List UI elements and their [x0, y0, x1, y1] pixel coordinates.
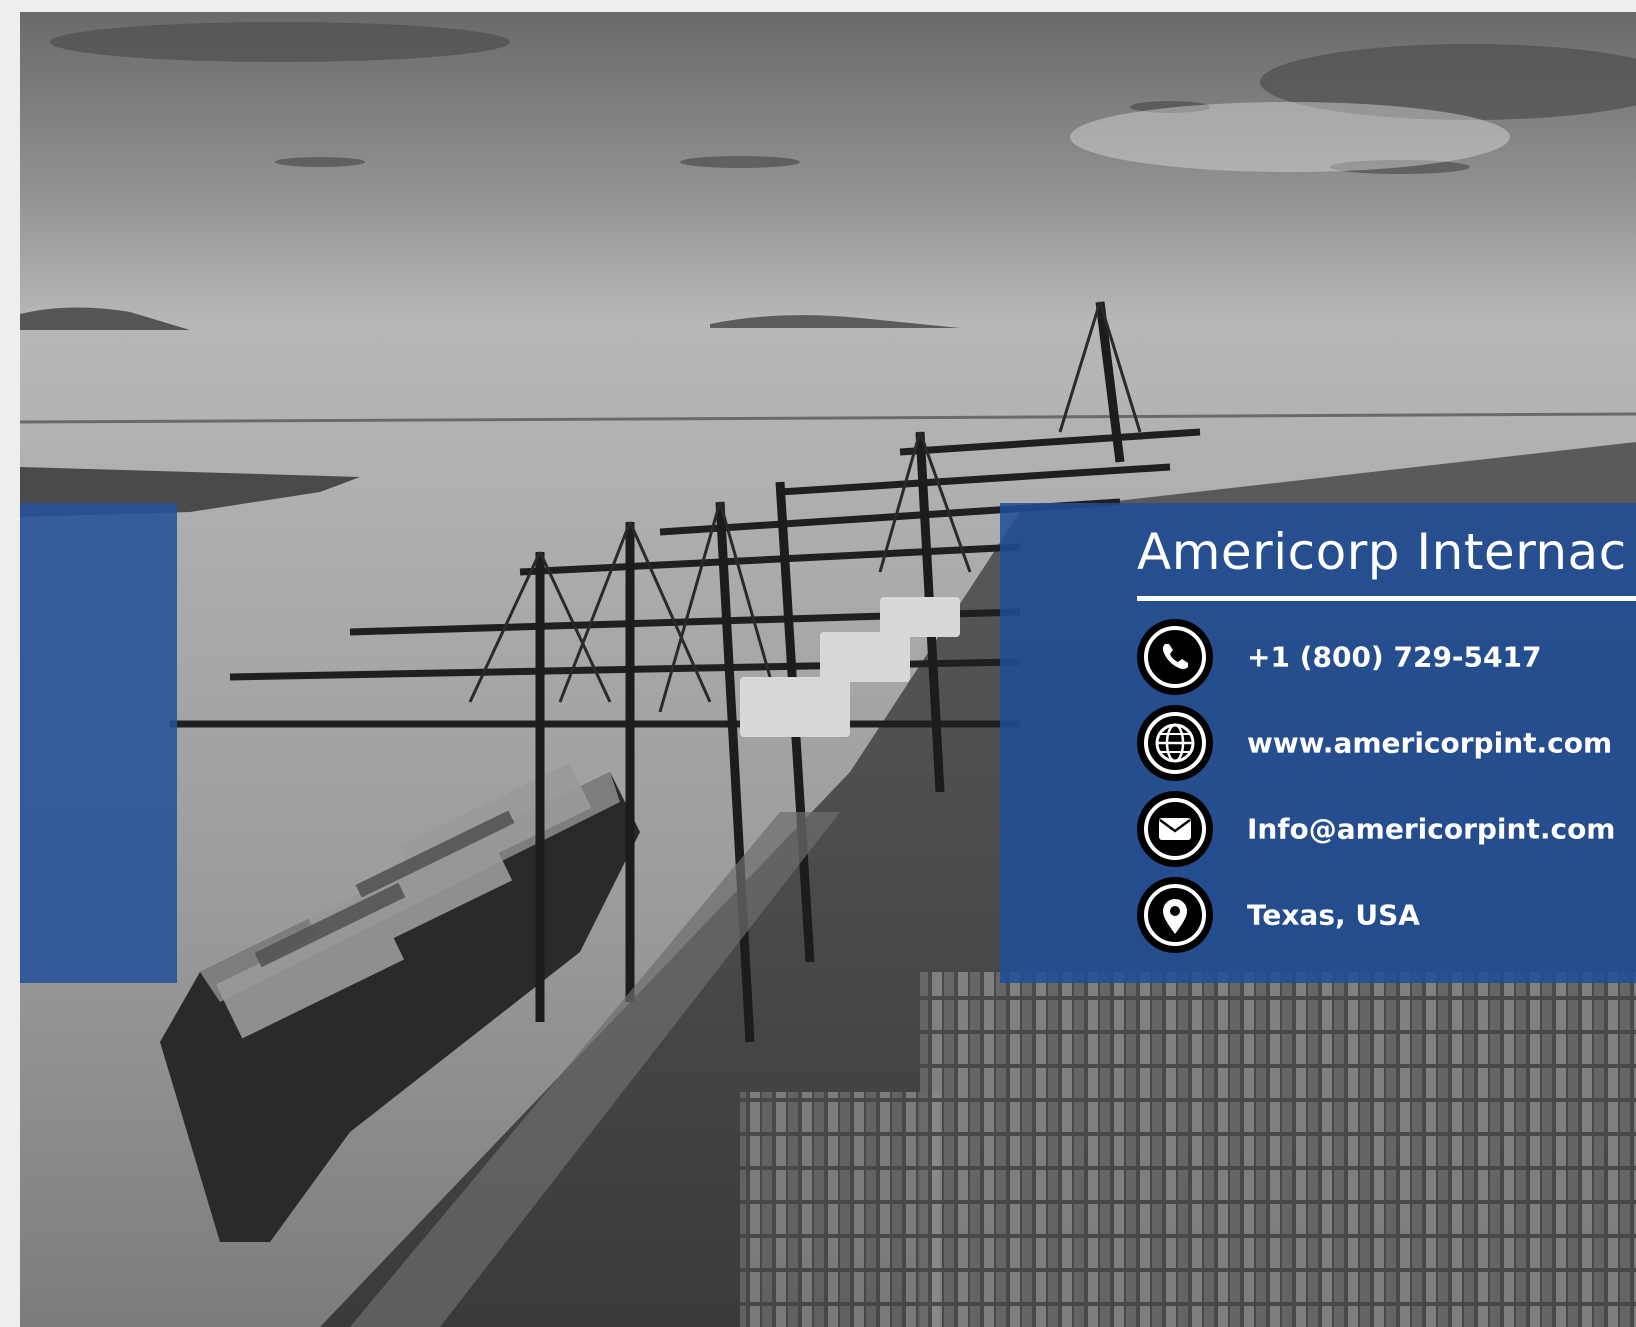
location-text: Texas, USA	[1247, 898, 1420, 932]
email-link[interactable]: Info@americorpint.com	[1247, 813, 1615, 846]
location-pin-icon	[1136, 876, 1214, 954]
company-title: Americorp Internac	[1137, 523, 1627, 581]
contact-slide: Americorp Internac +1 (800) 729-5417 www…	[20, 12, 1636, 1327]
contact-location-row: Texas, USA	[1136, 876, 1636, 954]
globe-icon	[1136, 704, 1214, 782]
title-underline	[1137, 596, 1636, 601]
left-accent-band	[20, 503, 177, 983]
contact-phone-row: +1 (800) 729-5417	[1136, 618, 1636, 696]
contact-email-row: Info@americorpint.com	[1136, 790, 1636, 868]
phone-icon	[1136, 618, 1214, 696]
contact-website-row: www.americorpint.com	[1136, 704, 1636, 782]
website-link[interactable]: www.americorpint.com	[1247, 727, 1612, 760]
phone-number[interactable]: +1 (800) 729-5417	[1247, 641, 1541, 674]
contact-panel: Americorp Internac +1 (800) 729-5417 www…	[1000, 503, 1636, 983]
mail-icon	[1136, 790, 1214, 868]
